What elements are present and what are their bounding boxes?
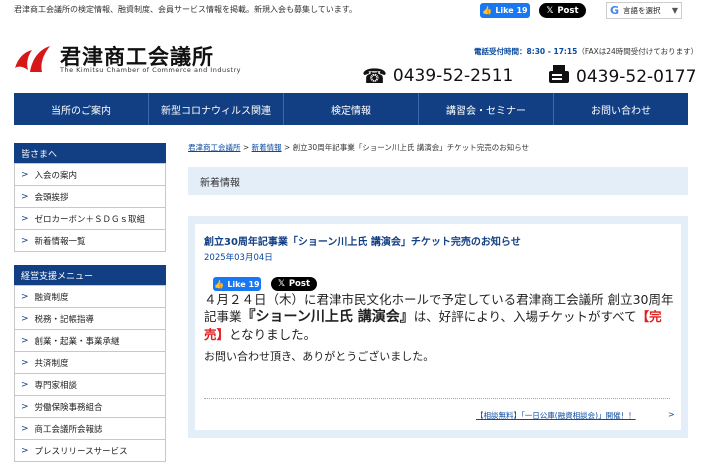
nav-covid[interactable]: 新型コロナウィルス関連 bbox=[149, 93, 284, 125]
sidebar-item-label: 共済制度 bbox=[34, 358, 69, 369]
sidebar-item-startup[interactable]: > 創業・起業・事業承継 bbox=[14, 330, 166, 352]
sidebar-item-label: 税務・記帳指導 bbox=[34, 314, 95, 325]
x-post-label: Post bbox=[557, 5, 579, 16]
thumbs-up-icon: 👍 bbox=[482, 6, 493, 15]
x-post-label: Post bbox=[288, 279, 311, 289]
language-select-label: 言語を選択 bbox=[623, 6, 661, 15]
sidebar-item-label: 専門家相談 bbox=[34, 380, 78, 391]
chevron-right-icon: > bbox=[21, 445, 29, 456]
chevron-right-icon: > bbox=[21, 379, 29, 390]
phone-hours-label: 電話受付時間：8:30 - 17:15 bbox=[474, 47, 578, 56]
dotted-divider bbox=[204, 398, 670, 399]
tel-number-text: 0439-52-2511 bbox=[392, 66, 514, 86]
chevron-right-icon: > bbox=[21, 335, 29, 346]
sidebar-item-label: 入会の案内 bbox=[34, 170, 78, 181]
chevron-right-icon: > bbox=[21, 357, 29, 368]
chevron-right-icon: > bbox=[21, 213, 29, 224]
sidebar-item-label: ゼロカーボン＋ＳＤＧｓ取組 bbox=[34, 214, 146, 225]
breadcrumb-separator: > bbox=[283, 143, 291, 152]
google-icon: G bbox=[610, 4, 620, 17]
phone-hours: 電話受付時間：8:30 - 17:15（FAXは24時間受付けております） bbox=[474, 46, 698, 57]
logo-mark[interactable] bbox=[12, 42, 54, 76]
x-logo-icon: 𝕏 bbox=[277, 279, 285, 289]
sidebar-item-tax[interactable]: > 税務・記帳指導 bbox=[14, 308, 166, 330]
sidebar-item-loans[interactable]: > 融資制度 bbox=[14, 286, 166, 308]
language-select[interactable]: G 言語を選択 ▼ bbox=[606, 2, 682, 19]
sidebar-item-sdgs[interactable]: > ゼロカーボン＋ＳＤＧｓ取組 bbox=[14, 208, 166, 230]
thumbs-up-icon: 👍 bbox=[214, 279, 225, 289]
x-logo-icon: 𝕏 bbox=[546, 5, 554, 16]
article-thanks: お問い合わせ頂き、ありがとうございました。 bbox=[204, 350, 435, 363]
section-title: 新着情報 bbox=[188, 167, 688, 195]
sidebar-item-bulletin[interactable]: > 商工会議所会報誌 bbox=[14, 418, 166, 440]
article-facebook-like-button[interactable]: 👍 Like 19 bbox=[213, 277, 261, 291]
sidebar-item-label: 会頭挨拶 bbox=[34, 192, 69, 203]
breadcrumb-current: 創立30周年記事業「ショーン川上氏 講演会」チケット完売のお知らせ bbox=[292, 143, 530, 152]
tel-number[interactable]: ☎ 0439-52-2511 bbox=[362, 64, 513, 88]
sidebar-item-label: 労働保険事務組合 bbox=[34, 402, 103, 413]
main-nav: 当所のご案内 新型コロナウィルス関連 検定情報 講習会・セミナー お問い合わせ bbox=[14, 93, 688, 125]
facebook-like-button[interactable]: 👍 Like 19 bbox=[480, 3, 530, 18]
chevron-right-icon: > bbox=[21, 235, 29, 246]
article-body-text: となりました。 bbox=[229, 327, 317, 342]
sidebar-item-greeting[interactable]: > 会頭挨拶 bbox=[14, 186, 166, 208]
nav-about[interactable]: 当所のご案内 bbox=[14, 93, 149, 125]
chevron-right-icon: > bbox=[21, 191, 29, 202]
fax-machine-icon bbox=[548, 64, 570, 89]
nav-seminars[interactable]: 講習会・セミナー bbox=[419, 93, 554, 125]
breadcrumb-separator: > bbox=[242, 143, 250, 152]
breadcrumb-news[interactable]: 新着情報 bbox=[252, 143, 282, 152]
site-description: 君津商工会議所の検定情報、融資制度、会員サービス情報を掲載。新規入会も募集してい… bbox=[14, 5, 357, 14]
chevron-right-icon: > bbox=[21, 423, 29, 434]
breadcrumb: 君津商工会議所 > 新着情報 > 創立30周年記事業「ショーン川上氏 講演会」チ… bbox=[188, 142, 529, 153]
sidebar-item-label: 創業・起業・事業承継 bbox=[34, 336, 120, 347]
article-title: 創立30周年記事業「ショーン川上氏 講演会」チケット完売のお知らせ bbox=[204, 237, 521, 248]
sidebar-item-label: 融資制度 bbox=[34, 292, 69, 303]
fax-hours-note: （FAXは24時間受付けております） bbox=[577, 47, 699, 56]
nav-contact[interactable]: お問い合わせ bbox=[554, 93, 688, 125]
sidebar-section-support: 経営支援メニュー > 融資制度 > 税務・記帳指導 > 創業・起業・事業承継 > 共済制… bbox=[14, 265, 166, 462]
facebook-like-label: Like 19 bbox=[227, 279, 260, 289]
fax-number-text: 0439-52-0177 bbox=[576, 66, 697, 87]
sidebar-heading: 皆さまへ bbox=[14, 143, 166, 163]
chevron-down-icon: ▼ bbox=[671, 6, 678, 15]
sidebar-item-label: 新着情報一覧 bbox=[34, 236, 86, 247]
chevron-right-icon: > bbox=[21, 313, 29, 324]
sidebar-item-label: 商工会議所会報誌 bbox=[34, 424, 103, 435]
article-date: 2025年03月04日 bbox=[204, 253, 273, 263]
chevron-right-icon: > bbox=[668, 410, 675, 419]
sidebar-item-membership[interactable]: > 入会の案内 bbox=[14, 164, 166, 186]
article-x-post-button[interactable]: 𝕏 Post bbox=[271, 277, 317, 291]
sidebar-item-mutual-aid[interactable]: > 共済制度 bbox=[14, 352, 166, 374]
fax-number: 0439-52-0177 bbox=[548, 64, 696, 89]
telephone-icon: ☎ bbox=[362, 64, 387, 88]
sidebar-item-label: プレスリリースサービス bbox=[34, 446, 128, 457]
sidebar-heading: 経営支援メニュー bbox=[14, 265, 166, 285]
facebook-like-label: Like 19 bbox=[495, 6, 528, 15]
nav-exams[interactable]: 検定情報 bbox=[284, 93, 419, 125]
breadcrumb-home[interactable]: 君津商工会議所 bbox=[188, 143, 241, 152]
sidebar-item-news-list[interactable]: > 新着情報一覧 bbox=[14, 230, 166, 252]
next-article-link[interactable]: 【相談無料】「一日公庫(融資相談会)」開催！！ bbox=[476, 410, 636, 421]
x-post-button[interactable]: 𝕏 Post bbox=[539, 3, 586, 18]
article-body-text: は、好評により、入場チケットがすべて bbox=[413, 309, 637, 324]
site-subtitle: The Kimitsu Chamber of Commerce and Indu… bbox=[60, 66, 242, 74]
chevron-right-icon: > bbox=[21, 401, 29, 412]
article-event-name: 『ショーン川上氏 講演会』 bbox=[241, 309, 414, 325]
chevron-right-icon: > bbox=[21, 169, 29, 180]
sidebar-item-labor-insurance[interactable]: > 労働保険事務組合 bbox=[14, 396, 166, 418]
sidebar-section-everyone: 皆さまへ > 入会の案内 > 会頭挨拶 > ゼロカーボン＋ＳＤＧｓ取組 > 新着情報一覧 bbox=[14, 143, 166, 252]
sidebar-item-expert[interactable]: > 専門家相談 bbox=[14, 374, 166, 396]
chevron-right-icon: > bbox=[21, 291, 29, 302]
article-body: ４月２４日（木）に君津市民文化ホールで予定している君津商工会議所 創立30周年記… bbox=[204, 291, 674, 343]
sidebar-item-press-release[interactable]: > プレスリリースサービス bbox=[14, 440, 166, 462]
